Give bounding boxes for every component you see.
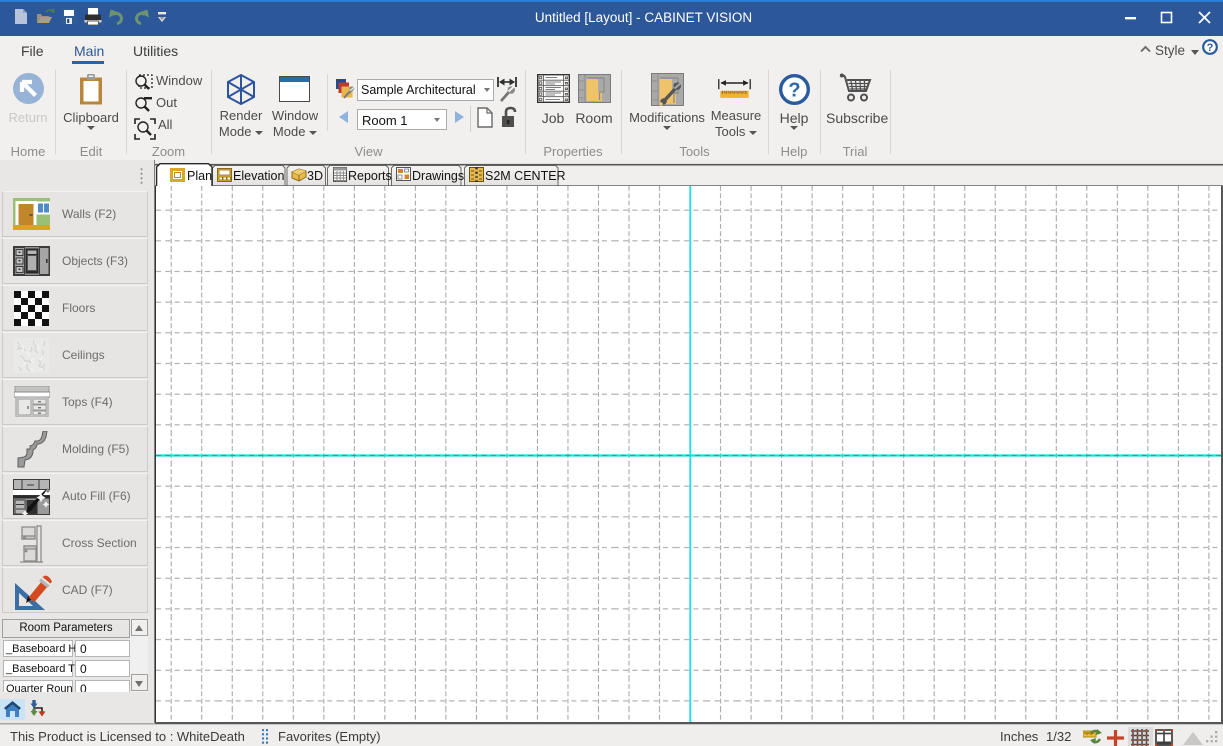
svg-text:Elevation: Elevation bbox=[233, 169, 284, 183]
svg-text:?: ? bbox=[788, 80, 800, 102]
svg-text:Plan: Plan bbox=[187, 169, 212, 183]
svg-text:Reports: Reports bbox=[348, 169, 392, 183]
svg-text:Drawings: Drawings bbox=[412, 169, 464, 183]
svg-text:3D: 3D bbox=[307, 169, 323, 183]
svg-text:S2M CENTER: S2M CENTER bbox=[485, 169, 566, 183]
svg-text:?: ? bbox=[1207, 42, 1214, 54]
